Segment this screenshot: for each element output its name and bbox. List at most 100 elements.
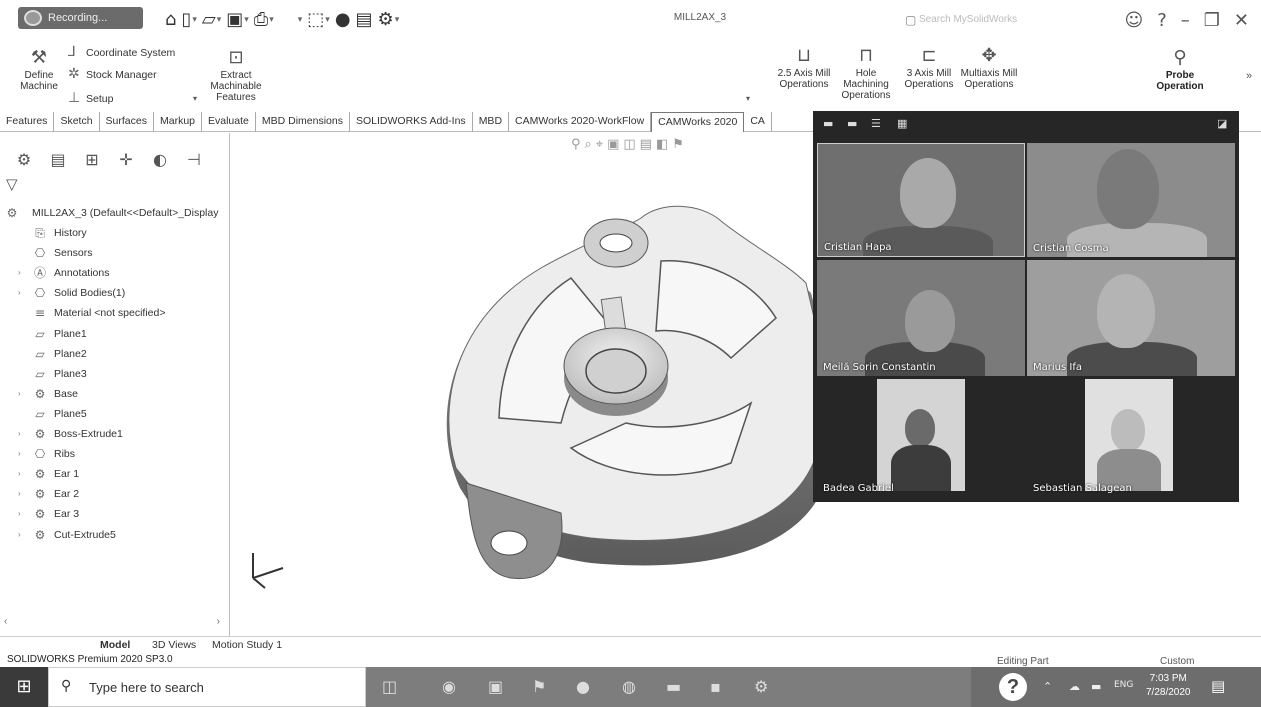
- strip-view-icon[interactable]: ☰: [871, 117, 881, 130]
- tab-camworks-workflow[interactable]: CAMWorks 2020-WorkFlow: [509, 112, 652, 132]
- select-pointer-icon[interactable]: ⬚: [307, 7, 324, 33]
- tree-scrollbar[interactable]: ‹ ›: [4, 616, 226, 627]
- file-properties-icon[interactable]: ▤: [356, 7, 373, 33]
- tree-root[interactable]: ⚙ MILL2AX_3 (Default<<Default>_Display: [0, 203, 230, 223]
- participant-tile-6[interactable]: Sebastian Salagean: [1027, 379, 1235, 497]
- tab-surfaces[interactable]: Surfaces: [100, 112, 154, 132]
- tab-3d-views[interactable]: 3D Views: [152, 639, 196, 651]
- scroll-right-icon[interactable]: ›: [217, 616, 220, 627]
- dimxpert-icon[interactable]: ✛: [114, 150, 138, 169]
- recording-badge[interactable]: Recording...: [18, 7, 143, 29]
- windows-start-icon[interactable]: ⊞: [0, 667, 48, 707]
- video-meeting-window[interactable]: ▬ ▬ ☰ ▦ ◪ Cristian Hapa Cristian Cosma M…: [813, 111, 1239, 502]
- participant-tile-2[interactable]: Cristian Cosma: [1027, 143, 1235, 257]
- participant-tile-3[interactable]: Meilă Sorin Constantin: [817, 260, 1025, 376]
- chevron-down-icon[interactable]: ▾: [395, 7, 400, 33]
- participant-tile-1[interactable]: Cristian Hapa: [817, 143, 1025, 257]
- expand-chevron-icon[interactable]: ›: [18, 464, 21, 484]
- tab-evaluate[interactable]: Evaluate: [202, 112, 256, 132]
- tree-item[interactable]: › ⚙ Boss-Extrude1: [0, 424, 230, 444]
- participant-tile-4[interactable]: Marius Ifa: [1027, 260, 1235, 376]
- search-input[interactable]: ▢ Search MySolidWorks: [905, 10, 1050, 30]
- participant-tile-5[interactable]: Badea Gabriel: [817, 379, 1025, 497]
- panel-more-icon[interactable]: ⊣: [182, 150, 206, 169]
- tree-item[interactable]: ▱ Plane1: [0, 324, 230, 344]
- tree-item[interactable]: ⎔ Sensors: [0, 243, 230, 263]
- language-indicator[interactable]: ENG: [1114, 680, 1133, 690]
- tab-mbd[interactable]: MBD: [473, 112, 510, 132]
- store-icon[interactable]: ▣: [488, 677, 503, 696]
- notifications-icon[interactable]: ▤: [1211, 677, 1225, 695]
- speaker-view-icon[interactable]: ▬: [847, 117, 857, 130]
- 2-5-axis-mill-button[interactable]: ⊔ 2.5 Axis Mill Operations: [776, 46, 832, 91]
- network-icon[interactable]: ▬: [1091, 680, 1101, 693]
- configuration-manager-icon[interactable]: ⊞: [80, 150, 104, 169]
- filter-icon[interactable]: ▽: [6, 175, 18, 193]
- 3-axis-mill-button[interactable]: ⊏ 3 Axis Mill Operations: [900, 46, 958, 91]
- rebuild-icon[interactable]: ●: [335, 7, 351, 33]
- coordinate-system-button[interactable]: ⅃ Coordinate System: [68, 44, 175, 60]
- setup-button[interactable]: ⊥ Setup: [68, 90, 113, 106]
- app-icon[interactable]: ●: [576, 677, 590, 696]
- chevron-down-icon[interactable]: ▾: [217, 7, 222, 33]
- setup-dropdown-icon[interactable]: ▾: [193, 94, 197, 103]
- chevron-down-icon[interactable]: ▾: [244, 7, 249, 33]
- expand-chevron-icon[interactable]: ›: [18, 384, 21, 404]
- expand-chevron-icon[interactable]: ›: [18, 283, 21, 303]
- user-icon[interactable]: ☺: [1124, 10, 1143, 31]
- tab-sketch[interactable]: Sketch: [54, 112, 100, 132]
- tab-ca-truncated[interactable]: CA: [744, 112, 772, 132]
- expand-chevron-icon[interactable]: ›: [18, 484, 21, 504]
- print-icon[interactable]: ⎙: [254, 7, 268, 33]
- exit-minimized-icon[interactable]: ◪: [1217, 117, 1227, 130]
- chevron-down-icon[interactable]: ▾: [192, 7, 197, 33]
- feature-manager-icon[interactable]: ⚙: [12, 150, 36, 169]
- unit-system[interactable]: Custom: [1160, 656, 1194, 667]
- app-icon[interactable]: ⚑: [532, 677, 546, 696]
- home-icon[interactable]: ⌂: [165, 7, 176, 33]
- app-icon[interactable]: ▪: [710, 677, 721, 696]
- options-gear-icon[interactable]: ⚙: [378, 7, 394, 33]
- chevron-down-icon[interactable]: ▾: [298, 7, 303, 33]
- task-view-icon[interactable]: ◫: [382, 677, 397, 696]
- display-manager-icon[interactable]: ◐: [148, 150, 172, 169]
- define-machine-button[interactable]: ⚒ Define Machine: [14, 48, 64, 93]
- expand-chevron-icon[interactable]: ›: [18, 525, 21, 545]
- extract-machinable-features-button[interactable]: ⊡ Extract Machinable Features: [203, 48, 269, 104]
- tree-item[interactable]: ≡ Material <not specified>: [0, 303, 230, 323]
- expand-chevron-icon[interactable]: ›: [18, 263, 21, 283]
- tree-item[interactable]: › Ⓐ Annotations: [0, 263, 230, 283]
- hole-machining-button[interactable]: ⊓ Hole Machining Operations: [836, 46, 896, 102]
- tree-item[interactable]: › ⚙ Cut-Extrude5: [0, 525, 230, 545]
- restore-icon[interactable]: ❐: [1204, 10, 1220, 31]
- tab-motion-study[interactable]: Motion Study 1: [212, 639, 282, 651]
- expand-chevron-icon[interactable]: ›: [18, 424, 21, 444]
- onedrive-icon[interactable]: ☁: [1069, 680, 1080, 693]
- save-icon[interactable]: ▣: [226, 7, 243, 33]
- tab-mbd-dimensions[interactable]: MBD Dimensions: [256, 112, 350, 132]
- minimize-icon[interactable]: –: [1181, 10, 1190, 31]
- tab-model[interactable]: Model: [100, 639, 130, 651]
- help-icon[interactable]: ?: [999, 673, 1027, 701]
- file-explorer-icon[interactable]: ▬: [666, 677, 681, 696]
- tab-markup[interactable]: Markup: [154, 112, 202, 132]
- edge-icon[interactable]: ◉: [442, 677, 456, 696]
- tree-item[interactable]: › ⚙ Ear 2: [0, 484, 230, 504]
- tray-overflow-icon[interactable]: ⌃: [1043, 680, 1052, 693]
- tree-item[interactable]: › ⚙ Ear 1: [0, 464, 230, 484]
- tree-item[interactable]: › ⚙ Base: [0, 384, 230, 404]
- ribbon-overflow-icon[interactable]: »: [1246, 70, 1252, 82]
- open-folder-icon[interactable]: ▱: [202, 7, 216, 33]
- help-icon[interactable]: ?: [1157, 10, 1167, 31]
- expand-chevron-icon[interactable]: ›: [18, 444, 21, 464]
- taskbar-search-input[interactable]: ⚲ Type here to search: [48, 667, 366, 707]
- scroll-left-icon[interactable]: ‹: [4, 616, 7, 627]
- tab-features[interactable]: Features: [0, 112, 55, 132]
- clock[interactable]: 7:03 PM 7/28/2020: [1146, 672, 1191, 700]
- ribbon-dropdown-icon[interactable]: ▾: [746, 94, 750, 103]
- expand-chevron-icon[interactable]: ›: [18, 504, 21, 524]
- solidworks-icon[interactable]: ⚙: [754, 677, 768, 696]
- property-manager-icon[interactable]: ▤: [46, 150, 70, 169]
- tree-item[interactable]: ⎘ History: [0, 223, 230, 243]
- tree-item[interactable]: ▱ Plane5: [0, 404, 230, 424]
